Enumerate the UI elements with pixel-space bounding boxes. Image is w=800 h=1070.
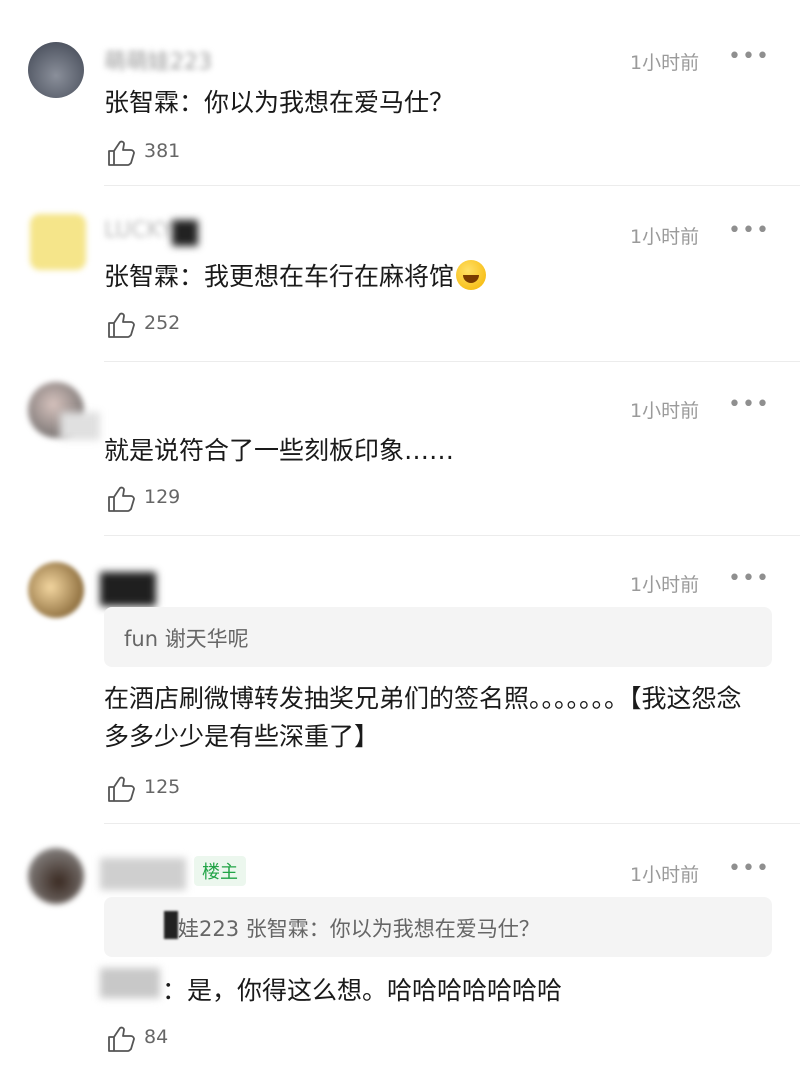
comment-text: 在酒店刷微博转发抽奖兄弟们的签名照。。。。。。。【我这怨念多多少少是有些深重了】 xyxy=(104,684,742,751)
comment-text: ：是，你得这么想。哈哈哈哈哈哈哈 xyxy=(162,976,563,1005)
redacted-block xyxy=(172,220,198,246)
timestamp: 1小时前 xyxy=(630,574,700,596)
comment-text: 就是说符合了一些刻板印象…… xyxy=(104,436,455,465)
avatar[interactable] xyxy=(28,848,84,904)
comment-item: 1小时前 ••• 就是说符合了一些刻板印象…… 129 xyxy=(0,362,800,536)
redacted-block xyxy=(60,412,100,440)
timestamp: 1小时前 xyxy=(630,226,700,248)
timestamp: 1小时前 xyxy=(630,400,700,422)
thumbs-up-icon xyxy=(108,1026,135,1052)
more-dots-icon[interactable]: ••• xyxy=(728,220,770,242)
timestamp: 1小时前 xyxy=(630,864,700,886)
more-dots-icon[interactable]: ••• xyxy=(728,46,770,68)
redacted-block xyxy=(100,968,160,998)
comment-item: 1小时前 ••• fun 谢天华呢 在酒店刷微博转发抽奖兄弟们的签名照。。。。。… xyxy=(0,536,800,824)
quoted-reply[interactable]: fun 谢天华呢 xyxy=(104,607,772,667)
like-count: 129 xyxy=(144,486,181,508)
thumbs-up-icon xyxy=(108,312,135,338)
redacted-block xyxy=(100,858,186,890)
avatar[interactable] xyxy=(28,42,84,98)
comment-item: LUCKY 1小时前 ••• 张智霖：我更想在车行在麻将馆 252 xyxy=(0,186,800,362)
quoted-text: fun 谢天华呢 xyxy=(124,627,249,651)
avatar[interactable] xyxy=(28,562,84,618)
redacted-block xyxy=(164,911,178,939)
comment-text: 张智霖：我更想在车行在麻将馆 xyxy=(104,258,774,296)
redacted-block xyxy=(100,572,156,606)
quoted-reply[interactable]: 娃223 张智霖：你以为我想在爱马仕？ xyxy=(104,897,772,957)
more-dots-icon[interactable]: ••• xyxy=(728,568,770,590)
op-badge: 楼主 xyxy=(194,856,246,886)
like-count: 84 xyxy=(144,1026,169,1048)
quoted-text: 娃223 张智霖：你以为我想在爱马仕？ xyxy=(178,917,540,941)
comment-item: 楼主 1小时前 ••• 娃223 张智霖：你以为我想在爱马仕？ ：是，你得这么想… xyxy=(0,824,800,1070)
thumbs-up-icon xyxy=(108,776,135,802)
like-count: 125 xyxy=(144,776,181,798)
more-dots-icon[interactable]: ••• xyxy=(728,394,770,416)
username[interactable]: LUCKY xyxy=(104,218,174,243)
timestamp: 1小时前 xyxy=(630,52,700,74)
comment-text-body: 张智霖：我更想在车行在麻将馆 xyxy=(104,262,455,291)
thumbs-up-icon xyxy=(108,486,135,512)
comment-item: 萌萌娃223 1小时前 ••• 张智霖：你以为我想在爱马仕？ 381 xyxy=(0,0,800,186)
comment-text: 张智霖：你以为我想在爱马仕？ xyxy=(104,88,455,117)
like-count: 252 xyxy=(144,312,181,334)
rofl-emoji-icon xyxy=(456,260,487,290)
more-dots-icon[interactable]: ••• xyxy=(728,858,770,880)
like-count: 381 xyxy=(144,140,181,162)
username[interactable]: 萌萌娃223 xyxy=(104,44,212,76)
thumbs-up-icon xyxy=(108,140,135,166)
avatar[interactable] xyxy=(30,214,86,270)
